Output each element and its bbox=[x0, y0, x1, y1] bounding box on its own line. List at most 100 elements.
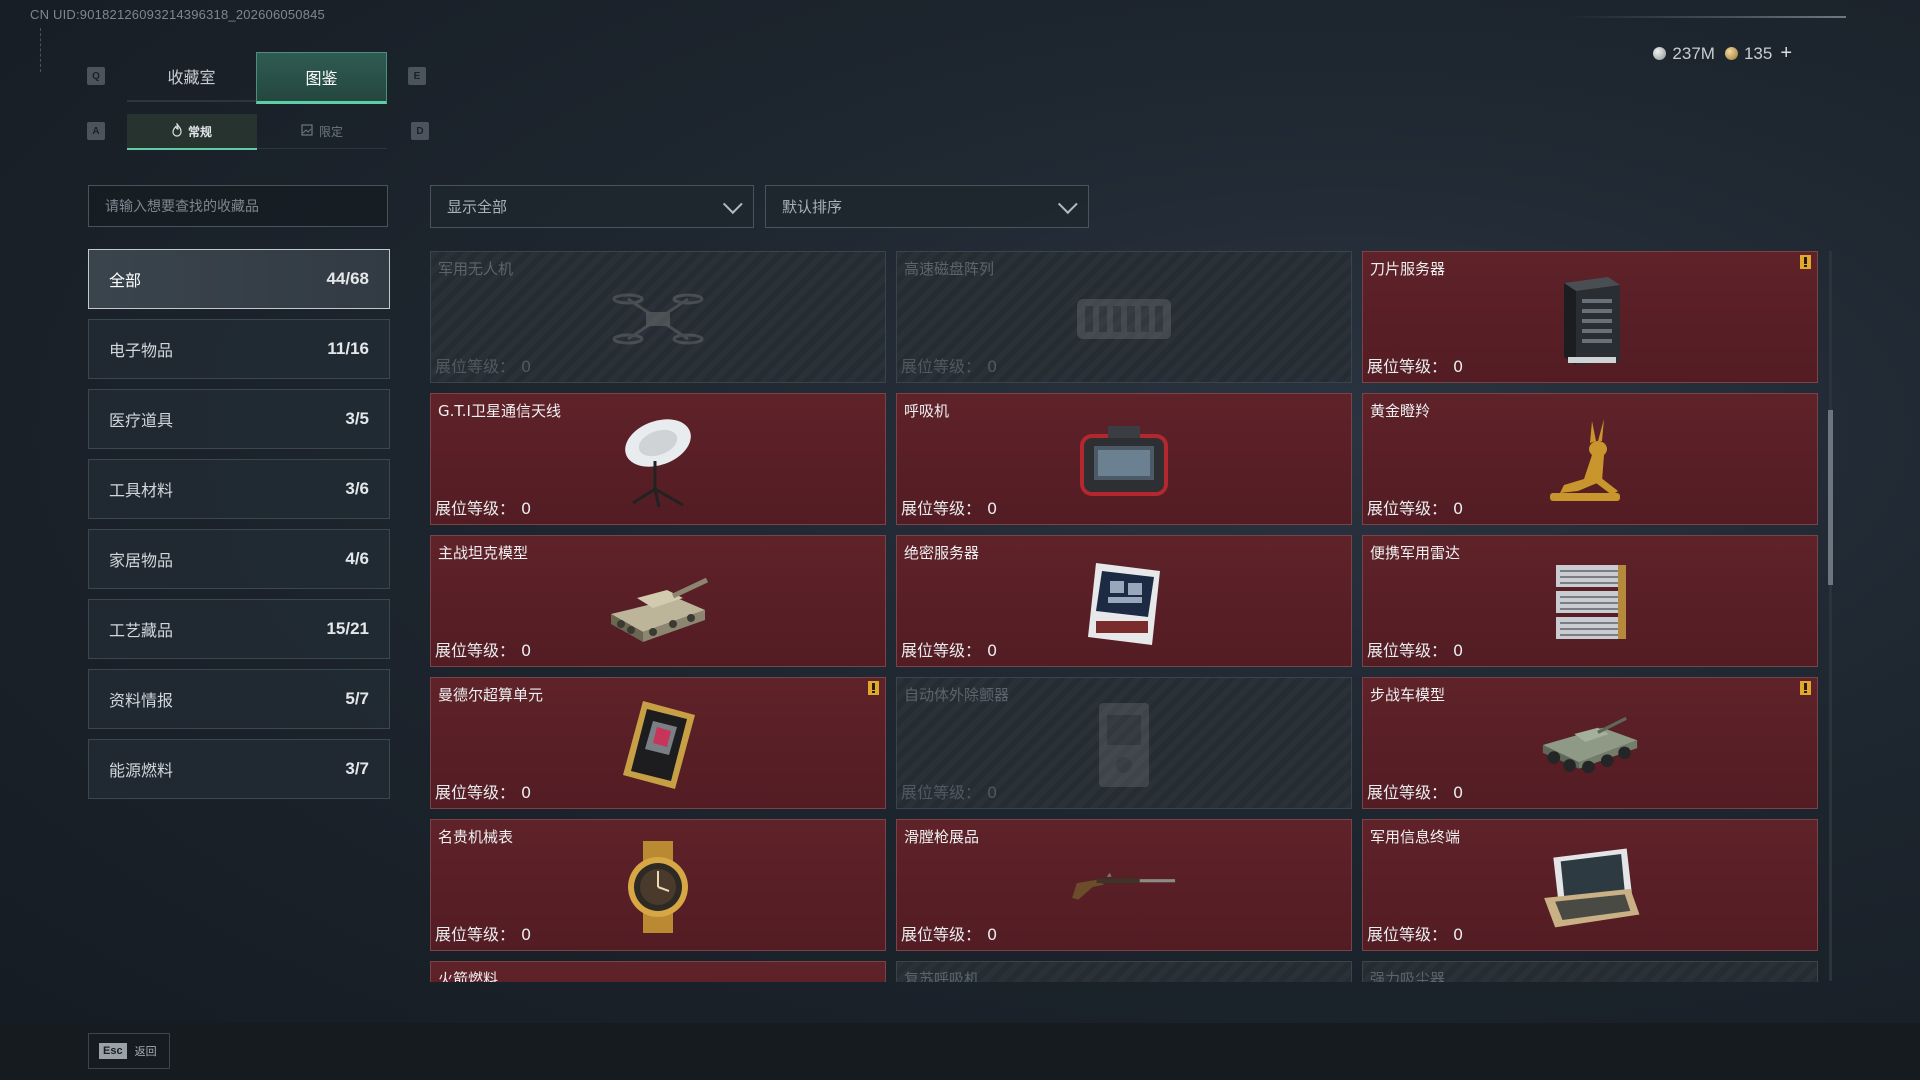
category-label: 工具材料 bbox=[109, 481, 174, 500]
item-level-label: 展位等级： bbox=[435, 925, 516, 944]
item-level: 展位等级： 0 bbox=[435, 495, 531, 519]
category-tools[interactable]: 工具材料 3/6 bbox=[88, 459, 390, 519]
collection-item-card[interactable]: 军用信息终端 展位等级： 0 bbox=[1362, 819, 1818, 951]
item-name: 便携军用雷达 bbox=[1370, 544, 1461, 562]
subtab-regular[interactable]: 常规 bbox=[127, 114, 257, 150]
subtab-limited-label: 限定 bbox=[318, 124, 343, 139]
defibrillator-icon bbox=[1069, 695, 1179, 795]
compute-unit-icon bbox=[603, 695, 713, 795]
category-count: 44/68 bbox=[326, 269, 369, 288]
category-label: 电子物品 bbox=[109, 341, 174, 360]
collection-item-card[interactable]: 军用无人机 展位等级： 0 bbox=[430, 251, 886, 383]
satellite-dish-icon bbox=[603, 411, 713, 511]
item-level: 展位等级： 0 bbox=[1367, 637, 1463, 661]
sort-value: 默认排序 bbox=[782, 198, 843, 216]
collection-item-card[interactable]: 便携军用雷达展位等级： 0 bbox=[1362, 535, 1818, 667]
item-name: 步战车模型 bbox=[1370, 686, 1446, 704]
item-level-value: 0 bbox=[1453, 499, 1464, 518]
collection-item-card[interactable]: 火箭燃料 bbox=[430, 961, 886, 982]
subtab-limited[interactable]: 限定 bbox=[257, 114, 387, 149]
military-terminal-icon bbox=[1535, 837, 1645, 937]
vacuum-icon bbox=[1535, 979, 1645, 982]
collection-item-card[interactable]: 滑膛枪展品 展位等级： 0 bbox=[896, 819, 1352, 951]
category-intel[interactable]: 资料情报 5/7 bbox=[88, 669, 390, 729]
item-level: 展位等级： 0 bbox=[901, 779, 997, 803]
item-level-label: 展位等级： bbox=[435, 641, 516, 660]
collection-item-card[interactable]: 自动体外除颤器 展位等级： 0 bbox=[896, 677, 1352, 809]
collection-item-card[interactable]: 主战坦克模型 展位等级： 0 bbox=[430, 535, 886, 667]
category-label: 医疗道具 bbox=[109, 411, 174, 430]
item-level: 展位等级： 0 bbox=[435, 353, 531, 377]
chevron-down-icon bbox=[722, 193, 743, 214]
back-button[interactable]: Esc 返回 bbox=[88, 1033, 170, 1069]
item-level-label: 展位等级： bbox=[901, 925, 982, 944]
category-count: 3/5 bbox=[345, 409, 369, 428]
collection-item-card[interactable]: 曼德尔超算单元 展位等级： 0 bbox=[430, 677, 886, 809]
category-crafts[interactable]: 工艺藏品 15/21 bbox=[88, 599, 390, 659]
category-energy[interactable]: 能源燃料 3/7 bbox=[88, 739, 390, 799]
category-count: 15/21 bbox=[326, 619, 369, 638]
silver-amount: 237M bbox=[1672, 43, 1715, 63]
item-level-label: 展位等级： bbox=[435, 499, 516, 518]
item-level: 展位等级： 0 bbox=[901, 353, 997, 377]
category-medical[interactable]: 医疗道具 3/5 bbox=[88, 389, 390, 449]
collection-item-card[interactable]: 呼吸机 展位等级： 0 bbox=[896, 393, 1352, 525]
item-level-value: 0 bbox=[987, 783, 998, 802]
item-level-label: 展位等级： bbox=[1367, 641, 1448, 660]
sub-tabs: 常规 限定 bbox=[127, 114, 387, 150]
add-currency-button[interactable]: + bbox=[1780, 42, 1792, 65]
scrollbar-track[interactable] bbox=[1829, 251, 1832, 981]
sort-dropdown[interactable]: 默认排序 bbox=[765, 185, 1089, 228]
category-household[interactable]: 家居物品 4/6 bbox=[88, 529, 390, 589]
item-level-value: 0 bbox=[521, 641, 532, 660]
category-label: 能源燃料 bbox=[109, 761, 174, 780]
tab-catalog[interactable]: 图鉴 bbox=[256, 52, 387, 104]
category-count: 3/6 bbox=[345, 479, 369, 498]
item-level-value: 0 bbox=[1453, 357, 1464, 376]
scrollbar-thumb[interactable] bbox=[1828, 410, 1833, 585]
collection-item-card[interactable]: 刀片服务器展位等级： 0 bbox=[1362, 251, 1818, 383]
item-name: 复苏呼吸机 bbox=[904, 970, 980, 982]
item-level-value: 0 bbox=[521, 499, 532, 518]
watch-icon bbox=[603, 837, 713, 937]
category-all[interactable]: 全部 44/68 bbox=[88, 249, 390, 309]
flame-icon bbox=[172, 121, 182, 140]
portable-radar-icon bbox=[1535, 553, 1645, 653]
collection-item-card[interactable]: 名贵机械表 展位等级： 0 bbox=[430, 819, 886, 951]
item-level-label: 展位等级： bbox=[435, 783, 516, 802]
collection-item-card[interactable]: G.T.I卫星通信天线 展位等级： 0 bbox=[430, 393, 886, 525]
collection-item-card[interactable]: 强力吸尘器 bbox=[1362, 961, 1818, 982]
category-label: 工艺藏品 bbox=[109, 621, 174, 640]
category-label: 全部 bbox=[109, 271, 142, 290]
item-name: 军用信息终端 bbox=[1370, 828, 1461, 846]
collection-item-card[interactable]: 绝密服务器 展位等级： 0 bbox=[896, 535, 1352, 667]
item-level: 展位等级： 0 bbox=[1367, 353, 1463, 377]
tab-collection-room[interactable]: 收藏室 bbox=[127, 52, 256, 102]
item-level: 展位等级： 0 bbox=[435, 779, 531, 803]
collection-item-card[interactable]: 高速磁盘阵列 展位等级： 0 bbox=[896, 251, 1352, 383]
item-name: G.T.I卫星通信天线 bbox=[438, 402, 561, 420]
category-label: 资料情报 bbox=[109, 691, 174, 710]
footer-bar bbox=[0, 1023, 1920, 1080]
collection-item-card[interactable]: 黄金瞪羚 展位等级： 0 bbox=[1362, 393, 1818, 525]
item-name: 刀片服务器 bbox=[1370, 260, 1446, 278]
item-level-value: 0 bbox=[1453, 925, 1464, 944]
category-count: 4/6 bbox=[345, 549, 369, 568]
collection-item-card[interactable]: 步战车模型 展位等级： 0 bbox=[1362, 677, 1818, 809]
item-name: 曼德尔超算单元 bbox=[438, 686, 544, 704]
top-right-decoration bbox=[1566, 16, 1846, 18]
collection-item-card[interactable]: 复苏呼吸机 bbox=[896, 961, 1352, 982]
item-level-value: 0 bbox=[987, 641, 998, 660]
item-level: 展位等级： 0 bbox=[1367, 495, 1463, 519]
esc-key-icon: Esc bbox=[99, 1043, 127, 1059]
filter-value: 显示全部 bbox=[447, 198, 508, 216]
category-electronics[interactable]: 电子物品 11/16 bbox=[88, 319, 390, 379]
tank-model-icon bbox=[603, 553, 713, 653]
uid-label: CN UID:90182126093214396318_202606050845 bbox=[30, 7, 325, 22]
chevron-down-icon bbox=[1057, 193, 1078, 214]
rocket-fuel-icon bbox=[603, 979, 713, 982]
filter-dropdown[interactable]: 显示全部 bbox=[430, 185, 754, 228]
search-input[interactable]: 请输入想要查找的收藏品 bbox=[88, 185, 388, 227]
item-level-value: 0 bbox=[521, 783, 532, 802]
back-label: 返回 bbox=[134, 1045, 157, 1058]
